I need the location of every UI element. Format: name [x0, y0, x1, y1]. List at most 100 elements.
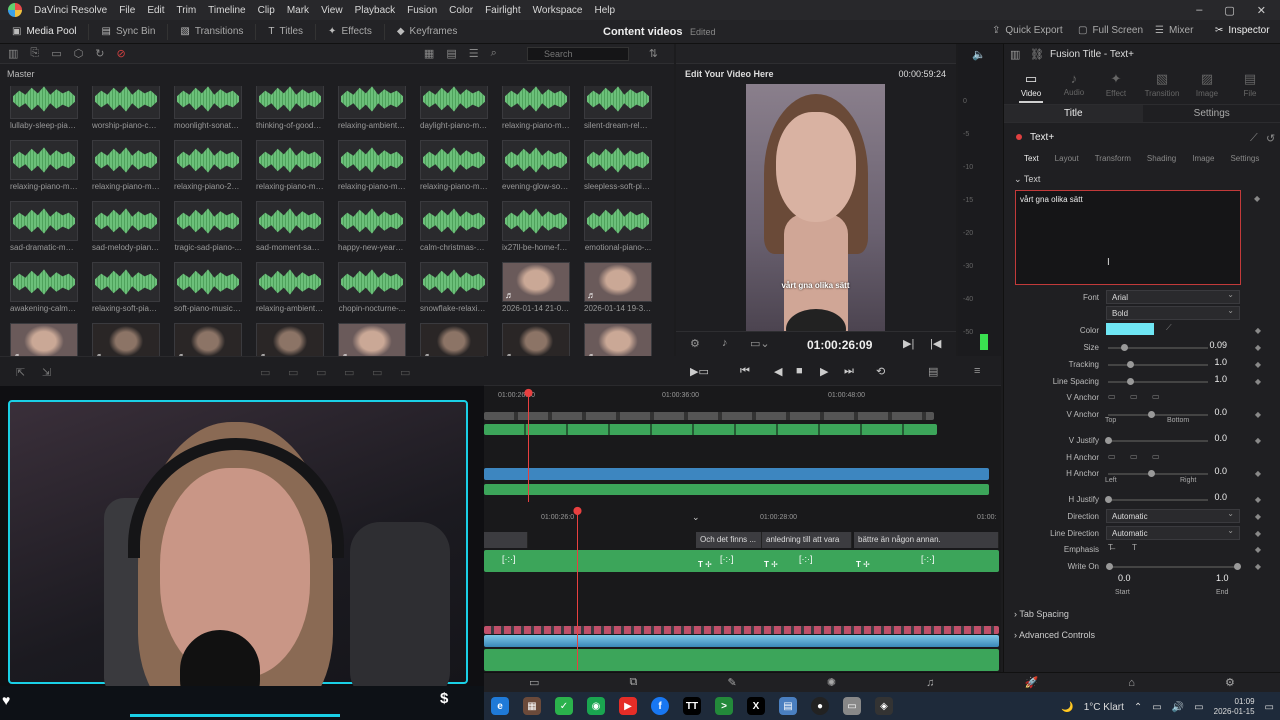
media-clip[interactable]: relaxing-ambient-...: [256, 262, 324, 313]
sidebar-toggle-icon[interactable]: ▥: [8, 47, 18, 60]
xbox-icon[interactable]: ◉: [587, 697, 605, 715]
line-spacing-slider-knob[interactable]: [1127, 378, 1134, 385]
media-clip[interactable]: moonlight-sonata-...: [174, 86, 242, 130]
media-clip[interactable]: ♬ 2026-01-14 21-03-...: [502, 262, 570, 313]
edit-page-icon[interactable]: ✎: [728, 676, 737, 689]
media-clip[interactable]: ♬ 2026-01-14 19-39-...: [584, 262, 652, 313]
anchor-top-icon[interactable]: ▭: [1108, 392, 1116, 401]
font-select[interactable]: Arial: [1106, 290, 1240, 304]
tab-image[interactable]: ▨ Image: [1187, 71, 1227, 98]
media-clip[interactable]: relaxing-piano-29...: [174, 140, 242, 191]
write-on-keyframe-icon[interactable]: ◆: [1255, 562, 1261, 571]
media-clip[interactable]: sleepless-soft-pia...: [584, 140, 652, 191]
texttab-transform[interactable]: Transform: [1095, 154, 1131, 163]
underline-icon[interactable]: T: [1132, 543, 1137, 552]
play-icon[interactable]: ▶: [820, 365, 828, 378]
v-justify-value[interactable]: 0.0: [1199, 433, 1239, 447]
tab-video[interactable]: ▭ Video: [1011, 71, 1051, 103]
media-clip[interactable]: ix27ll-be-home-fo...: [502, 201, 570, 252]
color-swatch[interactable]: [1106, 323, 1154, 335]
tracking-keyframe-icon[interactable]: ◆: [1255, 360, 1261, 369]
menu-file[interactable]: File: [113, 5, 141, 16]
line-spacing-keyframe-icon[interactable]: ◆: [1255, 377, 1261, 386]
home-icon[interactable]: ⌂: [1128, 677, 1135, 689]
append-icon[interactable]: ▭: [372, 366, 382, 379]
minimize-icon[interactable]: –: [1196, 4, 1202, 17]
color-keyframe-icon[interactable]: ◆: [1255, 326, 1261, 335]
font-style-select[interactable]: Bold: [1106, 306, 1240, 320]
speaker-icon[interactable]: 🔈: [972, 48, 986, 61]
playhead[interactable]: [577, 510, 578, 670]
refresh-icon[interactable]: ↻: [95, 47, 104, 60]
effects-button[interactable]: ✦ Effects: [316, 23, 385, 40]
menu-fusion[interactable]: Fusion: [401, 5, 443, 16]
tracking-value[interactable]: 1.0: [1199, 357, 1239, 371]
link-icon[interactable]: ⛓: [1030, 48, 1044, 61]
unlink-icon[interactable]: ⊘: [116, 47, 125, 60]
media-clip[interactable]: ♬2026-01-14 21-13-...: [502, 323, 570, 356]
media-clip[interactable]: relaxing-ambient-...: [338, 86, 406, 130]
new-bin-icon[interactable]: ▭: [51, 47, 61, 60]
timeline-name[interactable]: Edit Your Video Here: [685, 69, 774, 79]
loop-icon[interactable]: ⟲: [876, 365, 885, 378]
tracking-slider[interactable]: [1108, 364, 1208, 366]
write-on-slider[interactable]: [1108, 566, 1238, 568]
fairlight-page-icon[interactable]: ♫: [926, 677, 934, 689]
size-slider-knob[interactable]: [1121, 344, 1128, 351]
menu-edit[interactable]: Edit: [141, 5, 170, 16]
youtube-icon[interactable]: ▶: [619, 697, 637, 715]
direction-select[interactable]: Automatic: [1106, 509, 1240, 523]
write-on-end-knob[interactable]: [1234, 563, 1241, 570]
network-icon[interactable]: ▭: [1152, 702, 1161, 713]
menu-view[interactable]: View: [315, 5, 349, 16]
media-clip[interactable]: silent-dream-relax...: [584, 86, 652, 130]
x-icon[interactable]: X: [747, 697, 765, 715]
h-justify-value[interactable]: 0.0: [1199, 492, 1239, 506]
subtitle-clip[interactable]: anledning till att vara: [762, 532, 852, 548]
media-clip[interactable]: lullaby-sleep-pian...: [10, 86, 78, 130]
next-clip-icon[interactable]: ▶|: [903, 337, 914, 350]
texttab-layout[interactable]: Layout: [1055, 154, 1079, 163]
media-page-icon[interactable]: ▭: [529, 676, 539, 689]
media-clip[interactable]: snowflake-relaxin...: [420, 262, 488, 313]
media-clip[interactable]: ♬2026-01-14 21-05-...: [10, 323, 78, 356]
tab-transition[interactable]: ▧ Transition: [1142, 71, 1182, 98]
playhead-marker-icon[interactable]: ⬤: [573, 506, 582, 515]
play-reverse-icon[interactable]: ◀: [774, 365, 782, 378]
media-clip[interactable]: sad-melody-piano...: [92, 201, 160, 252]
h-justify-slider[interactable]: [1108, 499, 1208, 501]
viewer-options-icon[interactable]: ⚙: [690, 337, 700, 350]
write-on-start-knob[interactable]: [1106, 563, 1113, 570]
app-green-icon[interactable]: ✓: [555, 697, 573, 715]
menu-fairlight[interactable]: Fairlight: [479, 5, 527, 16]
strikethrough-icon[interactable]: T̶: [1108, 543, 1113, 552]
media-clip[interactable]: relaxing-piano-mu...: [256, 140, 324, 191]
menu-mark[interactable]: Mark: [281, 5, 315, 16]
timeline-options-icon[interactable]: ▤: [928, 365, 938, 378]
media-clip[interactable]: ♬2026-01-14 21-45-...: [256, 323, 324, 356]
media-clip[interactable]: chopin-nocturne-...: [338, 262, 406, 313]
tracking-slider-knob[interactable]: [1127, 361, 1134, 368]
h-anchor-value[interactable]: 0.0: [1199, 466, 1239, 480]
strip-view-icon[interactable]: ▤: [446, 47, 456, 60]
text-input[interactable]: vårt gna olika sätt: [1015, 190, 1241, 285]
menu-workspace[interactable]: Workspace: [527, 5, 589, 16]
media-clip[interactable]: thinking-of-good-t...: [256, 86, 324, 130]
jump-end-icon[interactable]: ⏭: [844, 365, 854, 378]
media-clip[interactable]: calm-christmas-pi...: [420, 201, 488, 252]
tab-spacing-section[interactable]: › Tab Spacing: [1014, 609, 1069, 619]
transitions-button[interactable]: ▧ Transitions: [168, 23, 257, 40]
h-anchor-keyframe-icon[interactable]: ◆: [1255, 469, 1261, 478]
media-clip[interactable]: evening-glow-soft-...: [502, 140, 570, 191]
subtab-title[interactable]: Title: [1004, 105, 1143, 122]
obs-icon[interactable]: ●: [811, 697, 829, 715]
media-clip[interactable]: relaxing-piano-mu...: [10, 140, 78, 191]
subtitle-clip[interactable]: Och det finns ...: [696, 532, 762, 548]
clip-mode-icon[interactable]: ▶▭: [690, 365, 709, 378]
line-direction-select[interactable]: Automatic: [1106, 526, 1240, 540]
deliver-page-icon[interactable]: 🚀: [1024, 676, 1038, 689]
place-on-top-icon[interactable]: ▭: [344, 366, 354, 379]
media-clip[interactable]: happy-new-year-p...: [338, 201, 406, 252]
audio-track[interactable]: [484, 635, 999, 647]
media-clip[interactable]: relaxing-piano-mu...: [338, 140, 406, 191]
